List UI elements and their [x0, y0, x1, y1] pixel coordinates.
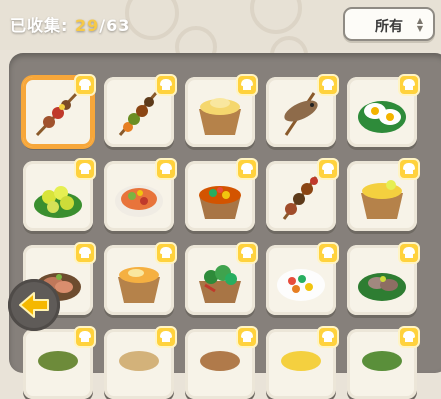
recipe-slot[interactable]: [104, 326, 177, 399]
recipe-slot[interactable]: [185, 242, 258, 315]
recipe-slot[interactable]: [347, 158, 420, 231]
recipe-slot[interactable]: [266, 158, 339, 231]
recipe-slot[interactable]: [104, 242, 177, 315]
chef-hat-badge: [74, 158, 96, 180]
chef-hat-badge: [317, 326, 339, 348]
chef-hat-badge: [236, 158, 258, 180]
chef-hat-badge: [155, 326, 177, 348]
chef-hat-badge: [74, 242, 96, 264]
chef-hat-badge: [398, 326, 420, 348]
chef-hat-badge: [74, 326, 96, 348]
chef-hat-badge: [155, 242, 177, 264]
recipe-grid-panel: [9, 53, 441, 399]
recipe-slot[interactable]: [347, 242, 420, 315]
collected-count: 29: [74, 16, 100, 35]
back-arrow-icon: [19, 292, 49, 318]
recipe-slot[interactable]: [23, 326, 96, 399]
chef-hat-badge: [236, 74, 258, 96]
chef-hat-badge: [398, 158, 420, 180]
recipe-slot[interactable]: [185, 74, 258, 147]
top-bar: 已收集: 29/63 所有 ▲ ▼: [0, 0, 441, 74]
chef-hat-badge: [317, 158, 339, 180]
recipe-slot[interactable]: [104, 74, 177, 147]
recipe-slot[interactable]: [23, 74, 96, 147]
chef-hat-badge: [317, 74, 339, 96]
recipe-slot[interactable]: [266, 326, 339, 399]
recipe-slot[interactable]: [347, 74, 420, 147]
recipe-slot[interactable]: [266, 74, 339, 147]
recipe-slot[interactable]: [104, 158, 177, 231]
chef-hat-badge: [155, 158, 177, 180]
chef-hat-badge: [317, 242, 339, 264]
filter-selected-label: 所有: [375, 19, 403, 35]
recipe-slot[interactable]: [185, 326, 258, 399]
decor-swirl: [125, 0, 179, 40]
chef-hat-badge: [236, 326, 258, 348]
chef-hat-badge: [398, 242, 420, 264]
chef-hat-badge: [155, 74, 177, 96]
collected-label: 已收集:: [10, 16, 75, 35]
back-button[interactable]: [8, 279, 60, 331]
chef-hat-badge: [398, 74, 420, 96]
dropdown-arrows-icon: ▲ ▼: [416, 16, 423, 33]
decor-swirl: [250, 0, 302, 34]
recipe-slot[interactable]: [347, 326, 420, 399]
recipe-slot[interactable]: [266, 242, 339, 315]
total-count: 63: [106, 16, 131, 35]
collection-counter: 已收集: 29/63: [10, 12, 130, 36]
filter-dropdown[interactable]: 所有 ▲ ▼: [343, 7, 435, 41]
chef-hat-badge: [74, 74, 96, 96]
recipe-slot[interactable]: [185, 158, 258, 231]
chef-hat-badge: [236, 242, 258, 264]
recipe-slot[interactable]: [23, 158, 96, 231]
